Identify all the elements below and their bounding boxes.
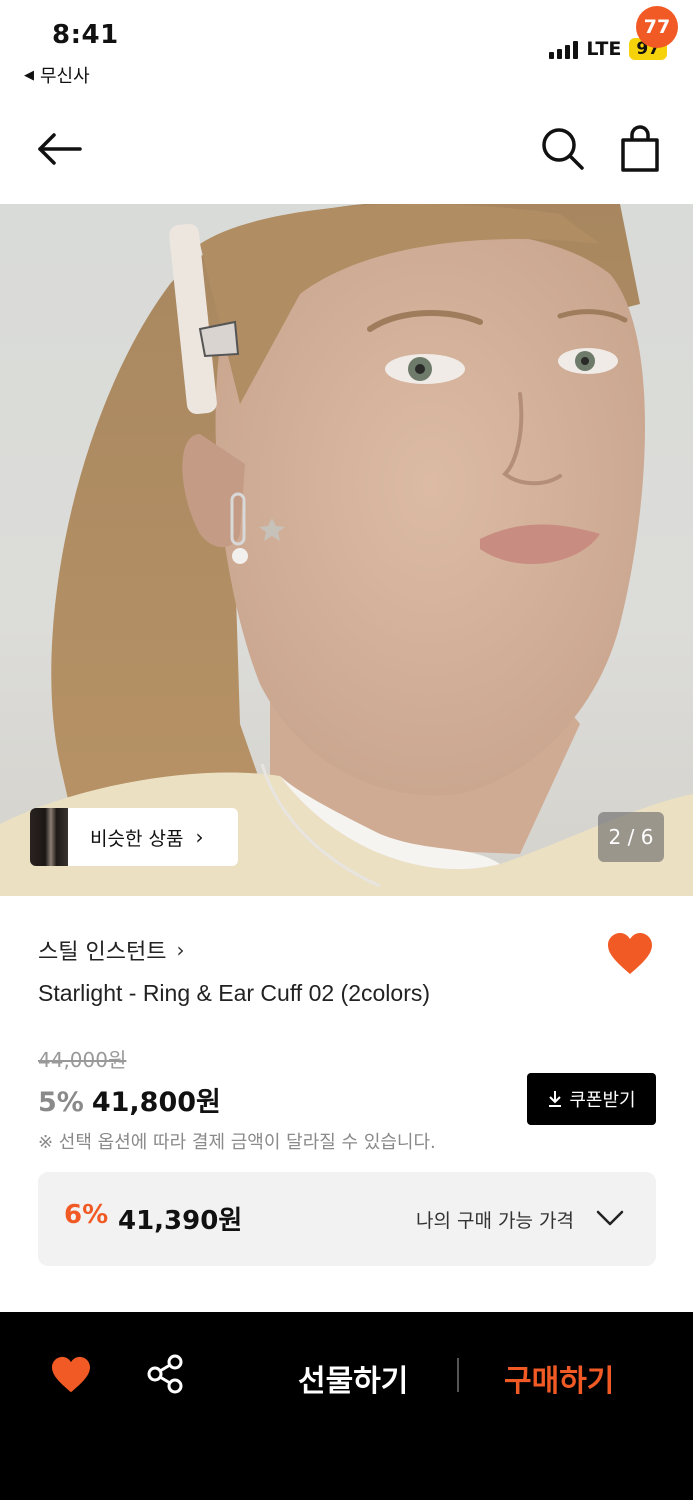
shopping-bag-icon[interactable] [616, 124, 664, 174]
chevron-down-icon[interactable] [594, 1202, 626, 1234]
divider [457, 1358, 459, 1392]
my-price: 41,390원 [118, 1206, 243, 1236]
signal-icon [549, 39, 579, 59]
original-price: 44,000원 [38, 1048, 127, 1072]
back-to-app-link[interactable]: ◀ 무신사 [24, 62, 90, 88]
top-nav-bar [0, 100, 693, 204]
similar-products-label: 비슷한 상품 [90, 827, 184, 850]
my-discount-rate: 6% [64, 1200, 109, 1230]
status-bar: 8:41 ◀ 무신사 LTE 97 [0, 0, 693, 100]
image-counter: 2 / 6 [598, 812, 664, 862]
coupon-label: 쿠폰받기 [569, 1090, 636, 1111]
my-purchase-price-panel[interactable]: 6% 41,390원 나의 구매 가능 가격 [38, 1172, 656, 1266]
back-app-label: 무신사 [40, 66, 90, 87]
back-arrow-icon[interactable] [34, 128, 84, 170]
brand-link[interactable]: 스틸 인스턴트 › [38, 934, 184, 966]
buy-button[interactable]: 구매하기 [504, 1356, 614, 1400]
chevron-right-icon: › [195, 825, 204, 849]
similar-product-thumbnail [30, 808, 68, 866]
my-price-label: 나의 구매 가능 가격 [416, 1210, 574, 1232]
product-image[interactable]: 비슷한 상품 › 2 / 6 [0, 204, 693, 896]
model-photo [0, 204, 693, 896]
search-icon[interactable] [538, 124, 586, 172]
download-icon [549, 1091, 562, 1107]
gift-button[interactable]: 선물하기 [298, 1356, 408, 1400]
similar-products-button[interactable]: 비슷한 상품 › [30, 808, 238, 866]
back-triangle-icon: ◀ [24, 67, 34, 83]
product-title: Starlight - Ring & Ear Cuff 02 (2colors) [38, 980, 431, 1006]
network-type: LTE [586, 38, 622, 60]
discount-rate: 5% [38, 1087, 84, 1118]
price-notice: ※ 선택 옵션에 따라 결제 금액이 달라질 수 있습니다. [38, 1132, 436, 1153]
price-row: 5% 41,800원 [38, 1080, 221, 1119]
share-icon[interactable] [146, 1354, 184, 1394]
heart-icon[interactable] [50, 1356, 92, 1394]
cart-count-badge: 77 [636, 6, 678, 48]
sale-price: 41,800원 [91, 1087, 221, 1118]
bottom-action-bar: 선물하기 구매하기 [0, 1312, 693, 1500]
chevron-right-icon: › [176, 938, 185, 962]
brand-name: 스틸 인스턴트 [38, 940, 167, 965]
status-time: 8:41 [52, 20, 119, 50]
heart-icon[interactable] [606, 932, 654, 976]
get-coupon-button[interactable]: 쿠폰받기 [527, 1073, 656, 1125]
